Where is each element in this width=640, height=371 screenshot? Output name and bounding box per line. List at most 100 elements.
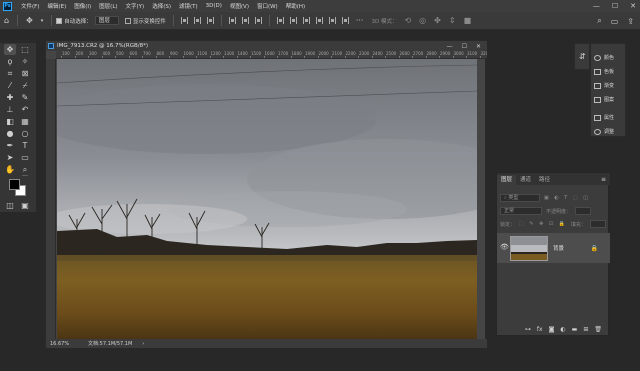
- maximize-button[interactable]: ☐: [612, 2, 618, 10]
- zoom-level[interactable]: 16.67%: [50, 341, 76, 347]
- align-bottom-icon[interactable]: [254, 17, 262, 24]
- menu-type[interactable]: 文字(Y): [122, 2, 149, 10]
- chevron-down-icon[interactable]: ▾: [41, 18, 44, 24]
- ruler-tool-icon[interactable]: ⌿: [19, 80, 31, 91]
- menu-3d[interactable]: 3D(D): [202, 3, 226, 9]
- menu-edit[interactable]: 编辑(E): [43, 2, 70, 10]
- layer-item-background[interactable]: 👁 背景 🔒: [497, 233, 610, 263]
- rectangle-tool-icon[interactable]: ▭: [19, 152, 31, 163]
- document-minimize-button[interactable]: —: [447, 43, 453, 50]
- menu-filter[interactable]: 滤镜(T): [175, 2, 202, 10]
- align-top-icon[interactable]: [228, 17, 236, 24]
- dock-properties[interactable]: 属性: [594, 114, 614, 121]
- 3d-slide-icon[interactable]: ⇕: [449, 16, 456, 25]
- more-tools-icon[interactable]: ···: [19, 171, 31, 182]
- blend-mode-select[interactable]: 正常: [500, 207, 542, 215]
- gradient-tool-icon[interactable]: ▦: [19, 116, 31, 127]
- menu-file[interactable]: 文件(F): [17, 2, 43, 10]
- menu-view[interactable]: 视图(V): [226, 2, 253, 10]
- screen-mode-icon[interactable]: ▣: [19, 200, 31, 211]
- distribute-bottom-icon[interactable]: [302, 17, 310, 24]
- link-layers-icon[interactable]: ⊶: [525, 326, 531, 333]
- frame-tool-icon[interactable]: ⊠: [19, 68, 31, 79]
- vertical-ruler[interactable]: [46, 59, 56, 339]
- dock-color[interactable]: 颜色: [594, 54, 614, 61]
- add-mask-icon[interactable]: ◙: [549, 326, 555, 333]
- 3d-scale-icon[interactable]: ■: [464, 16, 472, 25]
- tab-layers[interactable]: 图层: [497, 175, 517, 185]
- dock-patterns[interactable]: 图案: [594, 96, 614, 103]
- magic-wand-tool-icon[interactable]: ✧: [19, 56, 31, 67]
- move-tool-icon[interactable]: ✥: [4, 44, 16, 55]
- menu-select[interactable]: 选择(S): [148, 2, 175, 10]
- fill-input[interactable]: [589, 220, 606, 228]
- minimize-button[interactable]: —: [593, 2, 600, 10]
- hand-tool-icon[interactable]: ✋: [4, 164, 16, 175]
- dock-adjustments[interactable]: 调整: [594, 128, 614, 135]
- 3d-rotate-icon[interactable]: ⟲: [404, 16, 411, 25]
- document-maximize-button[interactable]: ☐: [462, 43, 467, 50]
- history-icon[interactable]: ⇵: [579, 52, 586, 61]
- 3d-drag-icon[interactable]: ✤: [434, 16, 441, 25]
- auto-select-dropdown[interactable]: 图层: [94, 16, 119, 25]
- tab-paths[interactable]: 路径: [535, 175, 554, 185]
- workspace-icon[interactable]: ▭: [611, 17, 619, 26]
- menu-layer[interactable]: 图层(L): [95, 2, 121, 10]
- brush-tool-icon[interactable]: ✎: [19, 92, 31, 103]
- distribute-right-icon[interactable]: [341, 17, 349, 24]
- filter-icons[interactable]: ▣ ◐ T ⬚ ◫: [544, 195, 590, 201]
- layer-style-icon[interactable]: fx: [537, 326, 543, 333]
- close-button[interactable]: ✕: [630, 2, 636, 10]
- menu-help[interactable]: 帮助(H): [282, 2, 309, 10]
- horizontal-ruler[interactable]: 100 200 300 400 500 600 700 800 900 1000 1100 1200 1…: [56, 51, 487, 59]
- adjustment-layer-icon[interactable]: ◐: [560, 326, 565, 333]
- new-group-icon[interactable]: ▬: [572, 326, 578, 333]
- eraser-tool-icon[interactable]: ◧: [4, 116, 16, 127]
- status-menu-arrow[interactable]: ›: [142, 341, 144, 347]
- move-tool-icon[interactable]: ✥: [26, 16, 33, 25]
- crop-tool-icon[interactable]: ⌗: [4, 68, 16, 79]
- layer-filter-select[interactable]: ⌕ 类型: [500, 194, 540, 202]
- marquee-tool-icon[interactable]: ⬚: [19, 44, 31, 55]
- photoshop-logo[interactable]: Ps: [3, 1, 12, 11]
- type-tool-icon[interactable]: T: [19, 140, 31, 151]
- align-middle-icon[interactable]: [241, 17, 249, 24]
- quick-mask-icon[interactable]: ◫: [4, 200, 16, 211]
- dock-swatches[interactable]: 色板: [594, 68, 614, 75]
- tab-channels[interactable]: 通道: [516, 175, 535, 185]
- image-canvas[interactable]: [57, 59, 477, 339]
- align-center-icon[interactable]: [193, 17, 201, 24]
- panel-menu-icon[interactable]: ≡: [601, 175, 606, 185]
- search-icon[interactable]: ⌕: [597, 16, 601, 26]
- blur-tool-icon[interactable]: ●: [4, 128, 16, 139]
- opacity-input[interactable]: [575, 207, 592, 215]
- delete-layer-icon[interactable]: 🗑: [594, 326, 602, 333]
- distribute-left-icon[interactable]: [315, 17, 323, 24]
- document-tab[interactable]: IMG_7913.CR2 @ 16.7%(RGB/8*) — ☐ ✕: [46, 41, 487, 51]
- align-left-icon[interactable]: [180, 17, 188, 24]
- auto-select-checkbox[interactable]: [56, 17, 63, 24]
- 3d-roll-icon[interactable]: ◎: [419, 16, 426, 25]
- healing-brush-tool-icon[interactable]: ✚: [4, 92, 16, 103]
- history-brush-tool-icon[interactable]: ↶: [19, 104, 31, 115]
- document-close-button[interactable]: ✕: [476, 43, 481, 50]
- eyedropper-tool-icon[interactable]: ⁄: [4, 80, 16, 91]
- pen-tool-icon[interactable]: ✒: [4, 140, 16, 151]
- toolbar-grip[interactable]: [0, 40, 36, 43]
- show-transform-checkbox[interactable]: [124, 17, 131, 24]
- align-right-icon[interactable]: [206, 17, 214, 24]
- lock-icons[interactable]: ⬚ ✎ ✥ ⊡ 🔒: [519, 221, 567, 227]
- clone-stamp-tool-icon[interactable]: ⊥: [4, 104, 16, 115]
- home-icon[interactable]: ⌂: [4, 16, 9, 25]
- more-options-icon[interactable]: ···: [356, 16, 364, 25]
- dock-gradients[interactable]: 渐变: [594, 82, 614, 89]
- visibility-eye-icon[interactable]: 👁: [500, 243, 509, 251]
- distribute-top-icon[interactable]: [276, 17, 284, 24]
- lasso-tool-icon[interactable]: ϙ: [4, 56, 16, 67]
- path-selection-tool-icon[interactable]: ➤: [4, 152, 16, 163]
- foreground-color-swatch[interactable]: [9, 179, 20, 190]
- menu-window[interactable]: 窗口(W): [253, 2, 282, 10]
- menu-image[interactable]: 图像(I): [70, 2, 95, 10]
- dodge-tool-icon[interactable]: ○: [19, 128, 31, 139]
- distribute-middle-icon[interactable]: [289, 17, 297, 24]
